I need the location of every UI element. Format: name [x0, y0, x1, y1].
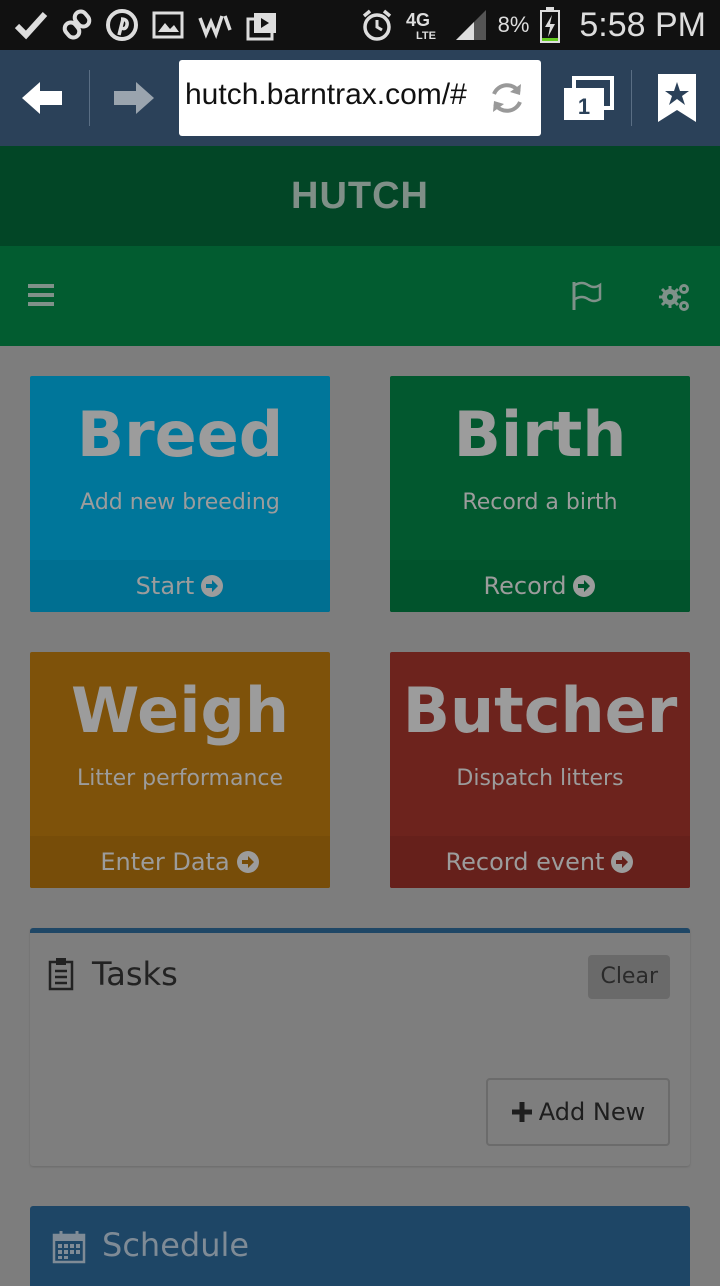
add-new-task-button[interactable]: Add New [486, 1078, 670, 1146]
media-icon [246, 13, 276, 41]
status-bar: 4G LTE 8% 5:58 PM [0, 0, 720, 50]
birth-record-link[interactable]: Record [390, 560, 690, 612]
address-bar[interactable]: hutch.barntrax.com/# [179, 60, 541, 136]
schedule-title: Schedule [102, 1226, 250, 1264]
settings-gears-icon[interactable] [658, 280, 692, 314]
reload-icon[interactable] [487, 78, 527, 118]
weigh-subtitle: Litter performance [76, 766, 284, 791]
link-icon [62, 9, 92, 40]
app-header: HUTCH [0, 146, 720, 246]
back-arrow-icon[interactable] [18, 74, 66, 122]
arrow-circle-right-icon [573, 575, 596, 597]
plus-icon [511, 1102, 532, 1122]
breed-action-label: Start [135, 572, 195, 600]
svg-text:4G: 4G [406, 10, 430, 30]
battery-charging-icon [540, 7, 561, 43]
divider [89, 70, 90, 126]
breed-title: Breed [76, 398, 284, 471]
butcher-record-event-link[interactable]: Record event [390, 836, 690, 888]
browser-toolbar: hutch.barntrax.com/# 1 [0, 50, 720, 146]
bookmark-star-icon[interactable] [656, 72, 698, 124]
image-icon [152, 11, 184, 39]
weigh-action-label: Enter Data [100, 848, 230, 876]
birth-title: Birth [453, 398, 627, 471]
birth-tile[interactable]: Birth Record a birth Record [390, 376, 690, 612]
app-toolbar [0, 246, 720, 346]
clock: 5:58 PM [579, 5, 706, 44]
butcher-action-label: Record event [445, 848, 605, 876]
check-icon [14, 11, 48, 40]
weigh-title: Weigh [71, 674, 289, 747]
breed-subtitle: Add new breeding [80, 490, 280, 515]
butcher-tile[interactable]: Butcher Dispatch litters Record event [390, 652, 690, 888]
hamburger-menu-icon[interactable] [28, 282, 56, 308]
breed-tile[interactable]: Breed Add new breeding Start [30, 376, 330, 612]
tasks-title: Tasks [92, 955, 178, 993]
arrow-circle-right-icon [201, 575, 224, 597]
forward-arrow-icon[interactable] [110, 74, 158, 122]
arrow-circle-right-icon [611, 851, 634, 873]
tabs-icon[interactable]: 1 [560, 76, 616, 124]
wifi-calling-icon [198, 15, 232, 39]
pinterest-icon [106, 9, 138, 41]
weigh-enter-data-link[interactable]: Enter Data [30, 836, 330, 888]
calendar-icon [52, 1231, 86, 1264]
tasks-panel: Tasks Clear Add New [30, 928, 690, 1166]
flag-icon[interactable] [570, 280, 602, 312]
alarm-icon [362, 9, 391, 41]
lte-icon: 4GLTE [406, 10, 436, 42]
arrow-circle-right-icon [236, 851, 259, 873]
weigh-tile[interactable]: Weigh Litter performance Enter Data [30, 652, 330, 888]
birth-subtitle: Record a birth [462, 490, 618, 515]
clear-tasks-button[interactable]: Clear [588, 955, 670, 999]
birth-action-label: Record [483, 572, 567, 600]
breed-start-link[interactable]: Start [30, 560, 330, 612]
divider [631, 70, 632, 126]
schedule-panel[interactable]: Schedule [30, 1206, 690, 1286]
app-title: HUTCH [291, 174, 429, 217]
clipboard-icon [48, 958, 74, 991]
tab-count: 1 [578, 94, 590, 119]
svg-text:LTE: LTE [416, 30, 436, 42]
url-text[interactable]: hutch.barntrax.com/# [185, 78, 467, 112]
butcher-subtitle: Dispatch litters [456, 766, 624, 791]
butcher-title: Butcher [402, 674, 678, 747]
signal-icon [455, 10, 486, 40]
battery-percent: 8% [497, 12, 530, 37]
add-new-label: Add New [538, 1098, 646, 1126]
